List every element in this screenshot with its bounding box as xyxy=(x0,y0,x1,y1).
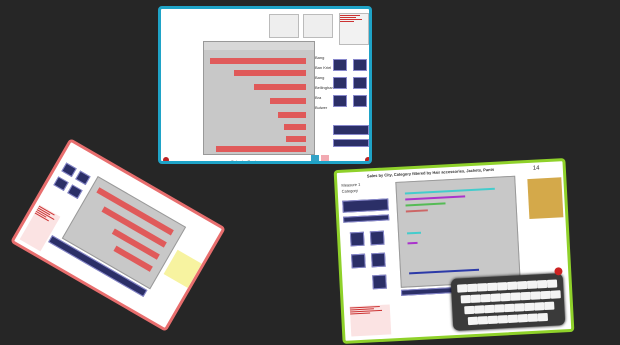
tile[interactable] xyxy=(353,59,367,71)
window-left[interactable] xyxy=(10,138,226,332)
chart-top-header xyxy=(204,42,314,50)
tile-wide[interactable] xyxy=(333,125,369,135)
tile[interactable] xyxy=(353,77,367,89)
keyboard-key[interactable] xyxy=(546,279,558,288)
keyboard-key[interactable] xyxy=(500,292,511,302)
keyboard-key[interactable] xyxy=(524,302,535,312)
series-line xyxy=(406,231,422,235)
keyboard-key[interactable] xyxy=(460,294,471,304)
tile[interactable] xyxy=(333,77,347,89)
keyboard-key[interactable] xyxy=(506,281,518,291)
keyboard-key[interactable] xyxy=(477,316,489,325)
keyboard-key[interactable] xyxy=(457,284,468,293)
city-labels-top: Bang Ban Kriel Bang Bellingham Bra Bulwe… xyxy=(315,55,335,110)
keyboard-key[interactable] xyxy=(514,303,525,312)
series-line xyxy=(405,195,466,201)
bar[interactable] xyxy=(284,124,306,130)
tile[interactable] xyxy=(353,95,367,107)
series-line xyxy=(405,202,446,207)
corner-icon[interactable] xyxy=(365,157,369,161)
bar[interactable] xyxy=(234,70,306,76)
bar[interactable] xyxy=(278,112,306,118)
tile[interactable] xyxy=(333,95,347,107)
bar[interactable] xyxy=(270,98,306,104)
keyboard-key[interactable] xyxy=(526,280,538,289)
thumb-2[interactable] xyxy=(303,14,333,38)
measure-label: Measure 1 xyxy=(341,181,361,188)
keyboard-key[interactable] xyxy=(490,293,501,302)
tile[interactable] xyxy=(343,214,390,223)
legend-red xyxy=(349,304,392,337)
keyboard-key[interactable] xyxy=(536,279,548,289)
keyboard-key[interactable] xyxy=(467,283,478,293)
chart-right xyxy=(395,175,521,288)
keyboard-key[interactable] xyxy=(550,290,561,299)
chart-right-title: Sales by City, Category filtered by Hair… xyxy=(366,166,495,179)
tile[interactable] xyxy=(371,252,386,268)
tile[interactable] xyxy=(75,170,91,186)
keyboard-key[interactable] xyxy=(516,280,528,290)
onscreen-keyboard[interactable] xyxy=(450,267,566,331)
tile[interactable] xyxy=(61,162,77,178)
series-line xyxy=(407,241,418,245)
series-line xyxy=(409,268,480,275)
window-top[interactable]: Bang Ban Kriel Bang Bellingham Bra Bulwe… xyxy=(158,6,372,164)
series-line xyxy=(405,209,428,213)
legend-swatches xyxy=(321,155,329,161)
sticky-note[interactable] xyxy=(527,177,564,220)
keyboard-key[interactable] xyxy=(527,313,539,322)
keyboard-key[interactable] xyxy=(510,292,521,301)
keyboard-key[interactable] xyxy=(507,314,519,324)
keyboard-key[interactable] xyxy=(494,304,505,313)
keyboard-key[interactable] xyxy=(534,302,545,311)
bar[interactable] xyxy=(216,146,306,152)
page-num: 14 xyxy=(532,165,540,172)
keyboard-key[interactable] xyxy=(496,282,508,291)
keyboard-key[interactable] xyxy=(530,291,541,300)
thumb-1[interactable] xyxy=(269,14,299,38)
legend-swatches xyxy=(311,155,319,161)
bar[interactable] xyxy=(286,136,306,142)
chart-top xyxy=(203,41,315,155)
keyboard-key[interactable] xyxy=(480,293,491,303)
keyboard-key[interactable] xyxy=(504,303,515,313)
keyboard-key[interactable] xyxy=(520,291,531,301)
tile[interactable] xyxy=(333,59,347,71)
tile-wide[interactable] xyxy=(333,139,369,147)
tile[interactable] xyxy=(67,184,83,199)
tile[interactable] xyxy=(351,253,366,269)
keyboard-key[interactable] xyxy=(464,305,475,315)
keyboard-key[interactable] xyxy=(517,313,529,323)
series-line xyxy=(404,187,495,195)
keyboard-key[interactable] xyxy=(476,283,488,292)
keyboard-key[interactable] xyxy=(544,301,555,311)
keyboard-key[interactable] xyxy=(497,315,509,324)
keyboard-key[interactable] xyxy=(467,316,479,326)
keyboard-key[interactable] xyxy=(486,282,498,292)
tile[interactable] xyxy=(53,176,69,191)
tile[interactable] xyxy=(342,198,389,213)
tile[interactable] xyxy=(372,274,387,290)
corner-icon[interactable] xyxy=(163,157,169,161)
chart-top-title: Sales by Region xyxy=(231,159,261,164)
keyboard-key[interactable] xyxy=(470,294,481,303)
keyboard-key[interactable] xyxy=(540,290,551,300)
bar[interactable] xyxy=(210,58,306,64)
tile[interactable] xyxy=(369,230,385,246)
keyboard-key[interactable] xyxy=(474,305,485,314)
tile[interactable] xyxy=(349,231,365,247)
bar[interactable] xyxy=(254,84,306,90)
keyboard-key[interactable] xyxy=(487,315,499,325)
keyboard-key[interactable] xyxy=(537,312,549,322)
bar[interactable] xyxy=(111,228,160,260)
keyboard-key[interactable] xyxy=(484,304,495,314)
category-label: Category xyxy=(341,187,359,194)
thumb-3[interactable] xyxy=(339,13,369,45)
